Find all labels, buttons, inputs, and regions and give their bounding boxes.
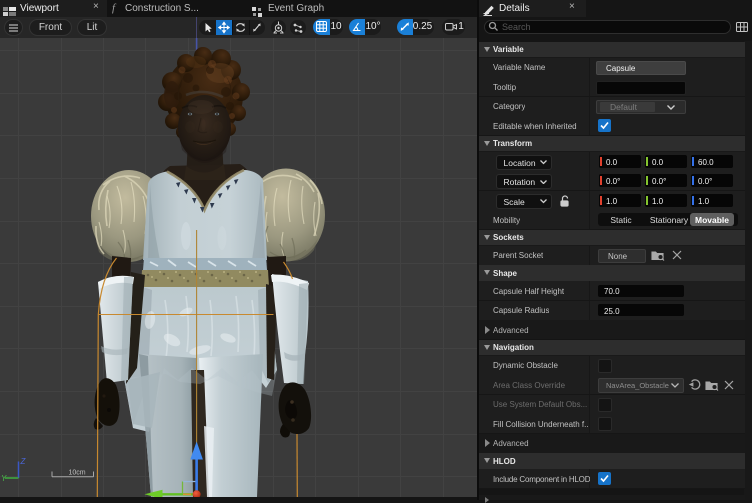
svg-text:Y: Y	[1, 474, 7, 483]
svg-text:10cm: 10cm	[68, 470, 85, 477]
svg-text:Z: Z	[20, 457, 27, 466]
